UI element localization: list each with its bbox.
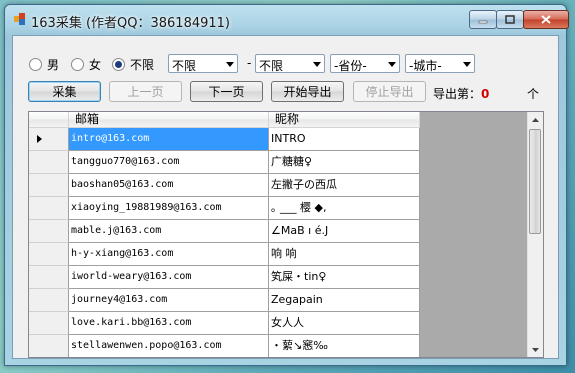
table-row[interactable]: xiaoying_19881989@163.com ｡ ___ 樱 ◆, (29, 197, 420, 220)
nickname-cell[interactable]: 女人人 (269, 312, 420, 335)
table-row[interactable]: journey4@163.com Zegapain (29, 289, 420, 312)
city-select[interactable]: -城市- (405, 54, 475, 73)
export-label-text: 导出第： (433, 87, 482, 101)
age-from-value: 不限 (172, 59, 197, 73)
row-header[interactable] (29, 128, 69, 151)
column-header-email[interactable]: 邮箱 (69, 112, 269, 128)
minimize-button[interactable] (469, 10, 497, 29)
email-cell[interactable]: baoshan05@163.com (69, 174, 269, 197)
nickname-cell[interactable]: Zegapain (269, 289, 420, 312)
table-row[interactable]: iworld-weary@163.com 笂屎・tin♀ (29, 266, 420, 289)
minimize-icon (478, 20, 488, 23)
vertical-scrollbar[interactable] (527, 112, 543, 357)
close-icon (541, 15, 551, 24)
scroll-thumb[interactable] (529, 129, 541, 234)
data-grid[interactable]: 邮箱 昵称 intro@163.com INTRO tangguo770@163.c… (28, 111, 544, 358)
collect-button[interactable]: 采集 (28, 81, 101, 102)
row-header[interactable] (29, 266, 69, 289)
row-header[interactable] (29, 197, 69, 220)
table-row[interactable]: h-y-xiang@163.com 响 响 (29, 243, 420, 266)
chevron-down-icon (463, 62, 471, 67)
export-label: 导出第：0 (433, 85, 489, 102)
current-row-icon (37, 135, 42, 143)
email-cell[interactable]: xiaoying_19881989@163.com (69, 197, 269, 220)
nickname-cell[interactable]: 广糖糖♀ (269, 151, 420, 174)
email-cell[interactable]: mable.j@163.com (69, 220, 269, 243)
age-to-value: 不限 (259, 59, 284, 73)
radio-circle (112, 58, 125, 71)
email-cell[interactable]: intro@163.com (69, 128, 269, 151)
province-select[interactable]: -省份- (330, 54, 400, 73)
next-page-button[interactable]: 下一页 (190, 81, 263, 102)
radio-label: 女 (89, 58, 102, 72)
stop-export-button[interactable]: 停止导出 (353, 81, 426, 102)
chevron-down-icon (313, 62, 321, 67)
chevron-down-icon (388, 62, 396, 67)
maximize-icon (505, 15, 515, 24)
row-header[interactable] (29, 151, 69, 174)
nickname-cell[interactable]: ∠MaB ı é.J (269, 220, 420, 243)
prev-page-button[interactable]: 上一页 (109, 81, 182, 102)
age-separator: - (247, 56, 252, 70)
radio-circle (29, 58, 42, 71)
row-header[interactable] (29, 335, 69, 357)
close-button[interactable] (523, 10, 569, 29)
email-cell[interactable]: love.kari.bb@163.com (69, 312, 269, 335)
app-icon (14, 13, 25, 25)
nickname-cell[interactable]: 笂屎・tin♀ (269, 266, 420, 289)
email-cell[interactable]: iworld-weary@163.com (69, 266, 269, 289)
row-header[interactable] (29, 220, 69, 243)
table-row[interactable]: mable.j@163.com ∠MaB ı é.J (29, 220, 420, 243)
email-cell[interactable]: tangguo770@163.com (69, 151, 269, 174)
radio-circle (71, 58, 84, 71)
nickname-cell[interactable]: ｡ ___ 樱 ◆, (269, 197, 420, 220)
nickname-cell[interactable]: ・蕠↘窸‰ (269, 335, 420, 357)
maximize-button[interactable] (496, 10, 524, 29)
nickname-cell[interactable]: 响 响 (269, 243, 420, 266)
email-cell[interactable]: h-y-xiang@163.com (69, 243, 269, 266)
table-row[interactable]: love.kari.bb@163.com 女人人 (29, 312, 420, 335)
table-row[interactable]: baoshan05@163.com 左撇子の西瓜 (29, 174, 420, 197)
table-row[interactable]: intro@163.com INTRO (29, 128, 420, 151)
chevron-down-icon (532, 347, 539, 352)
row-header[interactable] (29, 289, 69, 312)
chevron-up-icon (532, 117, 539, 122)
radio-label: 男 (47, 58, 60, 72)
title-bar[interactable]: 163采集 (作者QQ：386184911) (5, 5, 569, 33)
gender-any-radio[interactable]: 不限 (112, 56, 154, 73)
window-title: 163采集 (作者QQ：386184911) (31, 16, 230, 31)
radio-label: 不限 (130, 58, 155, 72)
province-value: -省份- (334, 59, 367, 73)
email-cell[interactable]: stellawenwen.popo@163.com (69, 335, 269, 357)
email-cell[interactable]: journey4@163.com (69, 289, 269, 312)
nickname-cell[interactable]: INTRO (269, 128, 420, 151)
column-header-nickname[interactable]: 昵称 (269, 112, 420, 128)
table-row[interactable]: stellawenwen.popo@163.com ・蕠↘窸‰ (29, 335, 420, 357)
row-header[interactable] (29, 243, 69, 266)
row-header-corner (29, 112, 69, 128)
table-row[interactable]: tangguo770@163.com 广糖糖♀ (29, 151, 420, 174)
gender-female-radio[interactable]: 女 (71, 56, 101, 73)
scroll-up-button[interactable] (529, 112, 542, 127)
age-to-select[interactable]: 不限 (255, 54, 325, 73)
gender-male-radio[interactable]: 男 (29, 56, 59, 73)
export-count: 0 (481, 87, 490, 101)
city-value: -城市- (409, 59, 442, 73)
row-header[interactable] (29, 174, 69, 197)
row-header[interactable] (29, 312, 69, 335)
scroll-down-button[interactable] (529, 342, 542, 357)
export-unit: 个 (527, 87, 540, 101)
chevron-down-icon (226, 62, 234, 67)
nickname-cell[interactable]: 左撇子の西瓜 (269, 174, 420, 197)
start-export-button[interactable]: 开始导出 (271, 81, 344, 102)
age-from-select[interactable]: 不限 (168, 54, 238, 73)
client-area: 男 女 不限 不限 - 不限 -省份- -城市- 采集 上一页 下一页 开始导出… (12, 35, 559, 359)
main-window: 163采集 (作者QQ：386184911) 男 女 不限 不限 - 不限 -省… (4, 4, 569, 366)
